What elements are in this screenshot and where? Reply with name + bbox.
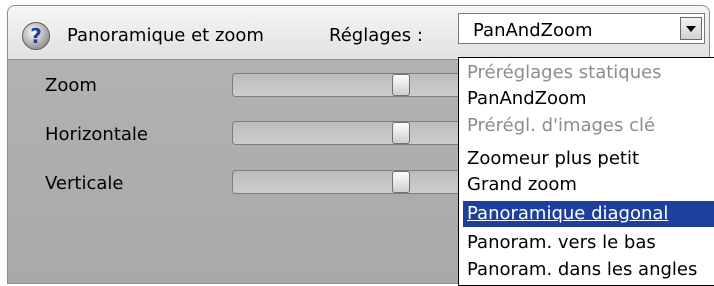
zoom-label: Zoom [45,75,97,96]
vertical-slider-thumb[interactable] [392,171,410,193]
presets-label: Réglages : [329,25,423,46]
chevron-down-icon [686,26,696,32]
presets-combobox[interactable]: PanAndZoom [458,13,705,44]
panel-title: Panoramique et zoom [67,25,264,46]
zoom-slider-thumb[interactable] [392,74,410,96]
vertical-slider[interactable] [232,170,472,194]
presets-dropdown-list: Préréglages statiques PanAndZoom Prérégl… [458,57,714,286]
dropdown-button[interactable] [680,17,702,40]
presets-combobox-value: PanAndZoom [473,20,593,41]
dropdown-item-diagonal[interactable]: Panoramique diagonal [463,201,714,227]
dropdown-item-angles[interactable]: Panoram. dans les angles [467,257,697,283]
dropdown-item-grand-zoom[interactable]: Grand zoom [467,172,577,198]
zoom-slider[interactable] [232,73,472,97]
dropdown-item-panandzoom[interactable]: PanAndZoom [467,86,587,112]
horizontal-slider[interactable] [232,121,472,145]
horizontal-slider-thumb[interactable] [392,122,410,144]
dropdown-header-static: Préréglages statiques [467,62,662,83]
dropdown-item-vers-le-bas[interactable]: Panoram. vers le bas [467,230,656,256]
vertical-label: Verticale [45,173,124,194]
help-icon[interactable]: ? [22,22,50,50]
dropdown-item-zoomeur[interactable]: Zoomeur plus petit [467,146,639,172]
horizontal-label: Horizontale [45,124,148,145]
dropdown-header-keyframes: Prérégl. d'images clé [467,115,656,136]
